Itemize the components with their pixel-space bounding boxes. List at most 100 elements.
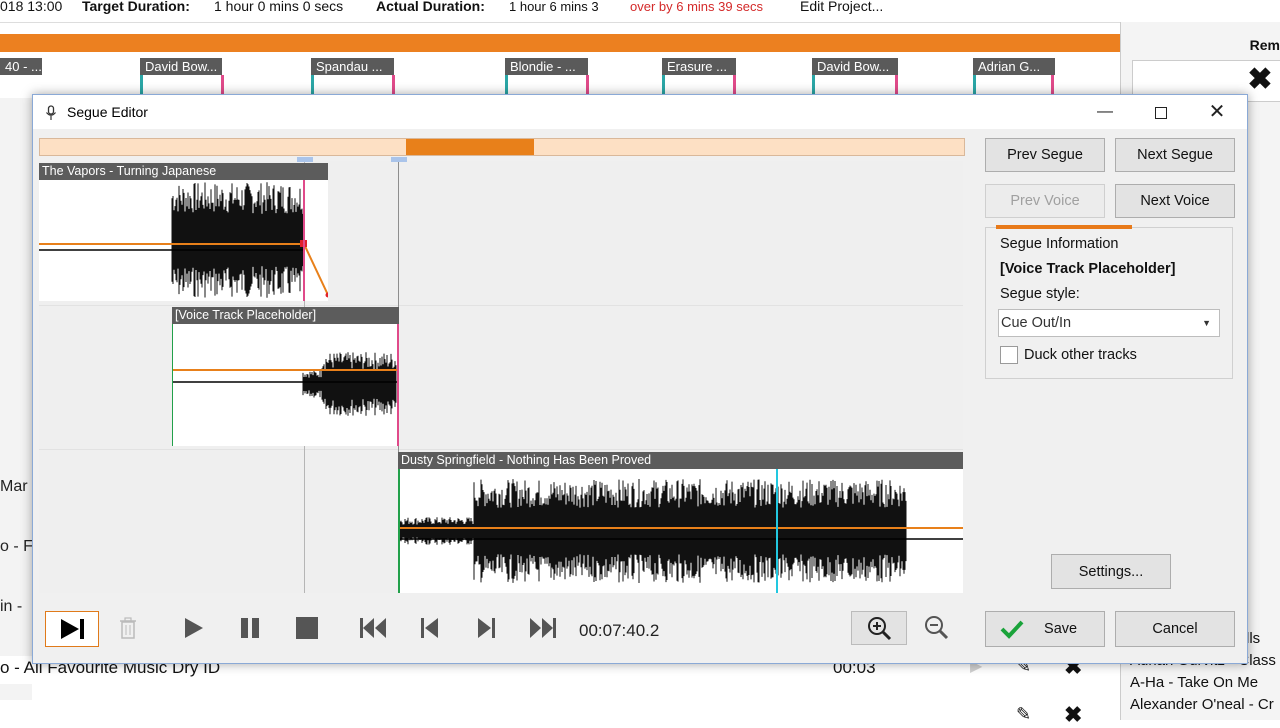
settings-button[interactable]: Settings... (1051, 554, 1171, 589)
project-summary-bar: 018 13:00 Target Duration: 1 hour 0 mins… (0, 0, 1280, 23)
prev-segue-button[interactable]: Prev Segue (985, 138, 1105, 172)
track-clip-body (505, 75, 589, 95)
library-item[interactable]: A-Ha - Take On Me (1126, 674, 1280, 696)
actual-duration-value: 1 hour 6 mins 3 (509, 0, 599, 14)
segue-editor-dialog: Segue Editor — ✕ The Vapors - Turning Ja… (32, 94, 1248, 664)
overview-selection[interactable] (406, 139, 534, 155)
date-text: 018 13:00 (0, 0, 63, 14)
playlist-row[interactable]: ✎ ✖ (0, 700, 1115, 727)
track-waveform[interactable] (39, 180, 328, 301)
delete-icon[interactable]: ✖ (1064, 702, 1082, 728)
duck-other-tracks-checkbox[interactable] (1000, 346, 1018, 364)
zoom-out-icon (925, 616, 949, 640)
playlist-item[interactable]: o - F (0, 538, 33, 556)
zoom-in-icon (868, 617, 892, 641)
edit-icon[interactable]: ✎ (1016, 704, 1031, 725)
prev-voice-button[interactable]: Prev Voice (985, 184, 1105, 218)
project-track-row: 40 - ... David Bow... Spandau ... Blondi… (0, 56, 1120, 96)
waveform-peaks (302, 352, 397, 416)
track-waveform[interactable] (172, 324, 399, 446)
track-title: The Vapors - Turning Japanese (39, 163, 328, 180)
segue-style-select[interactable]: Cue Out/In ▼ (998, 309, 1220, 337)
waveform-graphic (398, 469, 963, 593)
track-clip-body (662, 75, 736, 95)
actual-duration-label: Actual Duration: (376, 0, 485, 14)
track-clip[interactable]: Blondie - ... (505, 58, 588, 75)
track-clip[interactable]: David Bow... (140, 58, 222, 75)
play-button[interactable] (174, 611, 212, 645)
track-clip-body (311, 75, 395, 95)
library-item[interactable]: Alexander O'neal - Cr (1126, 696, 1280, 718)
playlist-left-edge: Mar o - F in - (0, 98, 33, 720)
close-icon[interactable]: ✕ (1189, 95, 1245, 129)
save-label: Save (1044, 621, 1078, 637)
maximize-icon[interactable] (1133, 95, 1189, 129)
pause-icon (241, 618, 259, 638)
cancel-button[interactable]: Cancel (1115, 611, 1235, 647)
edit-project-link[interactable]: Edit Project... (800, 0, 883, 14)
next-voice-button[interactable]: Next Voice (1115, 184, 1235, 218)
zoom-in-button[interactable] (851, 611, 907, 645)
track-waveform[interactable] (398, 469, 963, 593)
track-clip-body (812, 75, 898, 95)
time-readout: 00:07:40.2 (579, 621, 660, 640)
previous-button[interactable] (411, 611, 449, 645)
track-clip[interactable]: 40 - ... (0, 58, 42, 75)
panel-accent (996, 225, 1132, 229)
skip-to-start-button[interactable] (354, 611, 392, 645)
play-to-icon (61, 619, 84, 639)
track-clip[interactable]: David Bow... (812, 58, 898, 75)
duck-other-tracks-label[interactable]: Duck other tracks (1024, 347, 1137, 363)
marker-handle[interactable] (297, 157, 313, 162)
waveform-peaks (171, 182, 304, 298)
skip-forward-icon (530, 618, 556, 638)
dialog-title: Segue Editor (67, 104, 148, 120)
stop-button[interactable] (288, 611, 326, 645)
checkmark-icon (1000, 620, 1024, 639)
step-back-icon (421, 618, 438, 638)
minimize-icon[interactable]: — (1077, 95, 1133, 129)
skip-to-end-button[interactable] (524, 611, 562, 645)
playlist-item[interactable]: in - (0, 598, 22, 616)
waveform-graphic (172, 324, 399, 446)
step-forward-icon (478, 618, 495, 638)
waveform-peaks (399, 479, 907, 583)
marker-handle[interactable] (391, 157, 407, 162)
segue-info-track: [Voice Track Placeholder] (1000, 261, 1176, 277)
delete-button[interactable] (109, 611, 147, 645)
lane-divider (39, 449, 963, 450)
segue-style-label: Segue style: (1000, 286, 1080, 302)
zoom-out-button[interactable] (917, 611, 955, 645)
save-button[interactable]: Save (985, 611, 1105, 647)
trash-icon (120, 617, 136, 639)
segue-information-panel: Segue Information [Voice Track Placehold… (985, 225, 1233, 379)
playlist-item[interactable]: Mar (0, 478, 28, 496)
stop-icon (296, 617, 318, 639)
microphone-icon (46, 105, 56, 120)
track-clip-body (973, 75, 1054, 95)
segue-tracks-area[interactable]: The Vapors - Turning Japanese [Voice Tra… (39, 157, 963, 593)
track-title: Dusty Springfield - Nothing Has Been Pro… (398, 452, 963, 469)
segue-info-heading: Segue Information (1000, 236, 1119, 252)
chevron-down-icon: ▼ (1202, 318, 1211, 328)
pause-button[interactable] (231, 611, 269, 645)
next-button[interactable] (467, 611, 505, 645)
track-clip[interactable]: Spandau ... (311, 58, 394, 75)
track-title: [Voice Track Placeholder] (172, 307, 399, 324)
panel-header: Rem (1249, 37, 1280, 53)
close-icon[interactable]: ✖ (1240, 62, 1280, 98)
waveform-graphic (39, 180, 328, 301)
play-from-start-button[interactable] (45, 611, 99, 647)
target-duration-value: 1 hour 0 mins 0 secs (214, 0, 344, 14)
segue-style-value: Cue Out/In (1001, 315, 1072, 331)
track-clip[interactable]: Adrian G... (973, 58, 1055, 75)
over-duration-text: over by 6 mins 39 secs (630, 0, 763, 14)
segue-overview-bar[interactable] (39, 138, 965, 156)
title-bar[interactable]: Segue Editor — ✕ (33, 95, 1247, 129)
target-duration-label: Target Duration: (82, 0, 190, 14)
play-icon (185, 618, 203, 638)
track-clip[interactable]: Erasure ... (662, 58, 736, 75)
skip-back-icon (360, 618, 386, 638)
next-segue-button[interactable]: Next Segue (1115, 138, 1235, 172)
project-timeline-strip (0, 34, 1120, 52)
